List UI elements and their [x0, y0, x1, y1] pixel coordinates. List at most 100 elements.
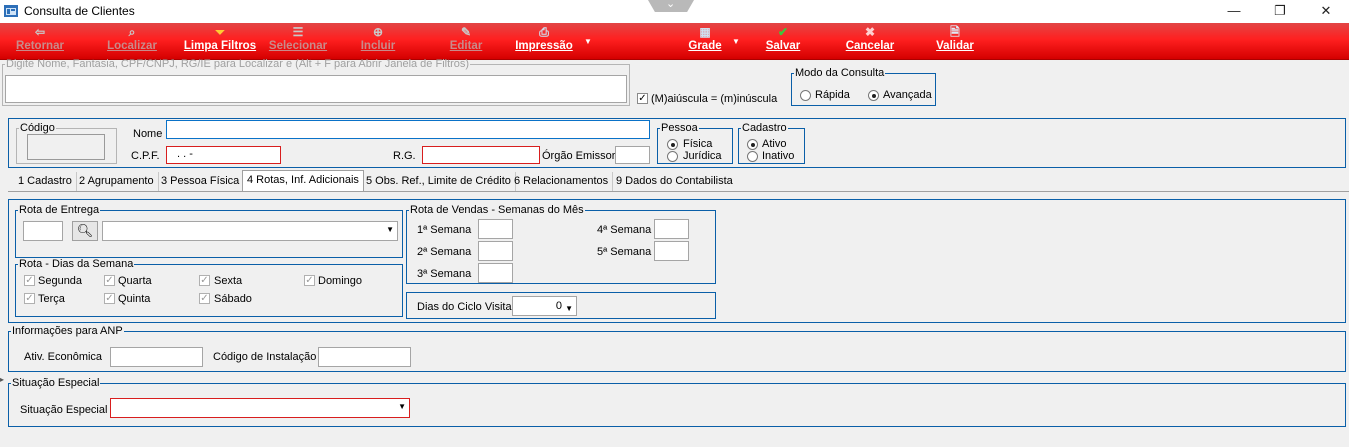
toolbar: ⇦ Retornar ⌕ Localizar ⏷ Limpa Filtros ☰… — [0, 23, 1349, 60]
domingo-label: Domingo — [318, 275, 363, 287]
segunda-label: Segunda — [38, 275, 83, 287]
window-title: Consulta de Clientes — [24, 4, 135, 18]
semana-2-input[interactable] — [478, 241, 513, 261]
chevron-down-icon: ▼ — [565, 304, 573, 313]
collapse-tab[interactable]: ⌄ — [648, 0, 694, 12]
salvar-button[interactable]: ✔ Salvar — [761, 23, 805, 59]
case-sensitive-label: (M)aiúscula = (m)inúscula — [651, 93, 778, 105]
mode-avancada-label: Avançada — [883, 89, 932, 101]
segunda-checkbox[interactable]: ✓ — [24, 275, 35, 286]
limpa-filtros-button[interactable]: ⏷ Limpa Filtros — [181, 23, 259, 59]
sexta-checkbox[interactable]: ✓ — [199, 275, 210, 286]
mode-rapida-label: Rápida — [815, 89, 850, 101]
codigo-instalacao-input[interactable] — [318, 347, 411, 367]
semana-2-label: 2ª Semana — [417, 246, 472, 258]
cpf-input[interactable]: . . - — [166, 146, 281, 164]
grade-dropdown-icon[interactable]: ▼ — [732, 37, 740, 46]
rota-entrega-code-input[interactable] — [23, 221, 63, 241]
tab-rotas[interactable]: 4 Rotas, Inf. Adicionais — [242, 170, 364, 192]
pessoa-juridica-label: Jurídica — [683, 150, 722, 162]
impressao-dropdown-icon[interactable]: ▼ — [584, 37, 592, 46]
cadastro-ativo-radio[interactable] — [747, 139, 758, 150]
printer-icon: ⎙ — [539, 25, 549, 39]
quinta-label: Quinta — [118, 293, 151, 305]
edit-icon: ✎ — [460, 25, 472, 39]
rg-label: R.G. — [393, 150, 416, 162]
close-button[interactable]: ✕ — [1303, 0, 1349, 22]
tab-relacionamentos[interactable]: 6 Relacionamentos — [510, 172, 614, 191]
cancelar-button[interactable]: ✖ Cancelar — [841, 23, 899, 59]
ciclo-select[interactable]: 0 ▼ — [512, 296, 577, 316]
orgao-emissor-input[interactable] — [615, 146, 650, 164]
validar-button[interactable]: 🗎 Validar — [932, 23, 978, 59]
case-sensitive-checkbox[interactable]: ✓ — [637, 93, 648, 104]
terca-label: Terça — [38, 293, 65, 305]
tab-dados-contabilista[interactable]: 9 Dados do Contabilista — [612, 172, 737, 191]
check-icon: ✔ — [777, 25, 789, 39]
pessoa-fisica-radio[interactable] — [667, 139, 678, 150]
anp-legend: Informações para ANP — [12, 325, 123, 337]
search-legend: Digite Nome, Fantasia, CPF/CNPJ, RG/IE p… — [6, 58, 470, 70]
minimize-button[interactable]: — — [1211, 0, 1257, 22]
chevron-down-icon: ⌄ — [666, 0, 676, 10]
cpf-label: C.P.F. — [131, 150, 160, 162]
rota-entrega-select[interactable]: ▼ — [102, 221, 398, 241]
quarta-checkbox[interactable]: ✓ — [104, 275, 115, 286]
cancel-icon: ✖ — [864, 25, 876, 39]
semana-4-input[interactable] — [654, 219, 689, 239]
selecionar-button[interactable]: ☰ Selecionar — [264, 23, 332, 59]
domingo-checkbox[interactable]: ✓ — [304, 275, 315, 286]
rota-entrega-search-button[interactable]: 🔍︎ — [72, 221, 98, 241]
rota-dias-legend: Rota - Dias da Semana — [19, 258, 134, 270]
ativ-economica-label: Ativ. Econômica — [24, 351, 103, 363]
quinta-checkbox[interactable]: ✓ — [104, 293, 115, 304]
semana-3-input[interactable] — [478, 263, 513, 283]
sexta-label: Sexta — [214, 275, 243, 287]
pessoa-fisica-label: Física — [683, 138, 713, 150]
tab-obs-ref[interactable]: 5 Obs. Ref., Limite de Crédito — [362, 172, 516, 191]
sabado-checkbox[interactable]: ✓ — [199, 293, 210, 304]
rg-input[interactable] — [422, 146, 540, 164]
ciclo-value: 0 — [555, 300, 562, 312]
orgao-emissor-label: Órgão Emissor — [542, 150, 616, 162]
codigo-instalacao-label: Código de Instalação — [213, 351, 317, 363]
tab-agrupamento[interactable]: 2 Agrupamento — [75, 172, 159, 191]
cadastro-inativo-radio[interactable] — [747, 151, 758, 162]
magnifier-icon: 🔍︎ — [76, 223, 94, 238]
semana-3-label: 3ª Semana — [417, 268, 472, 280]
nome-input[interactable] — [166, 120, 650, 139]
pessoa-juridica-radio[interactable] — [667, 151, 678, 162]
app-icon — [4, 4, 18, 18]
semana-5-input[interactable] — [654, 241, 689, 261]
grid-icon: ▦ — [699, 25, 711, 39]
mode-legend: Modo da Consulta — [795, 67, 885, 79]
restore-button[interactable]: ❐ — [1257, 0, 1303, 22]
tab-pessoa-fisica[interactable]: 3 Pessoa Física — [157, 172, 245, 191]
semana-1-input[interactable] — [478, 219, 513, 239]
codigo-legend: Código — [20, 122, 55, 134]
situacao-select[interactable]: ▼ — [110, 398, 410, 418]
editar-button[interactable]: ✎ Editar — [442, 23, 490, 59]
mode-avancada-radio[interactable] — [868, 90, 879, 101]
grade-button[interactable]: ▦ Grade — [684, 23, 726, 59]
ativ-economica-input[interactable] — [110, 347, 203, 367]
chevron-down-icon: ▼ — [386, 225, 394, 234]
terca-checkbox[interactable]: ✓ — [24, 293, 35, 304]
mode-rapida-radio[interactable] — [800, 90, 811, 101]
retornar-button[interactable]: ⇦ Retornar — [12, 23, 68, 59]
rota-dias-group: Rota - Dias da Semana — [15, 258, 403, 317]
tab-strip: 1 Cadastro 2 Agrupamento 3 Pessoa Física… — [8, 170, 1349, 192]
codigo-field — [27, 134, 105, 160]
localizar-button[interactable]: ⌕ Localizar — [101, 23, 163, 59]
side-expand-icon[interactable]: ▸ — [0, 375, 6, 385]
incluir-button[interactable]: ⊕ Incluir — [353, 23, 403, 59]
ciclo-label: Dias do Ciclo Visita — [417, 301, 512, 313]
document-icon: 🗎 — [950, 25, 960, 39]
impressao-button[interactable]: ⎙ Impressão — [509, 23, 579, 59]
nome-label: Nome — [133, 128, 163, 140]
tab-cadastro[interactable]: 1 Cadastro — [14, 172, 77, 191]
search-input[interactable] — [5, 75, 627, 103]
semana-5-label: 5ª Semana — [597, 246, 652, 258]
semana-1-label: 1ª Semana — [417, 224, 472, 236]
list-icon: ☰ — [292, 25, 304, 39]
